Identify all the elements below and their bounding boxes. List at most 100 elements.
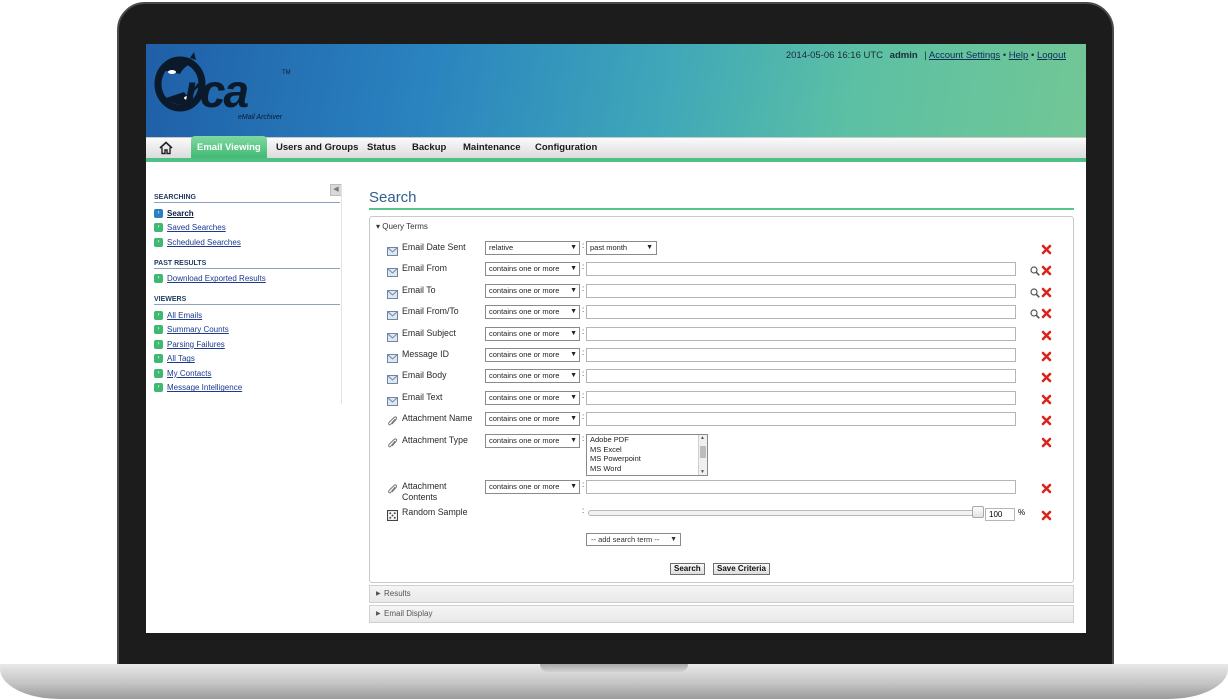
home-icon[interactable]	[159, 141, 173, 155]
colon-separator: :	[582, 348, 585, 357]
random-sample-percent-input[interactable]	[985, 508, 1015, 521]
query-term-input[interactable]	[586, 369, 1016, 383]
sidebar-item-label[interactable]: Scheduled Searches	[167, 238, 241, 247]
query-terms-toggle[interactable]: ▾ Query Terms	[376, 222, 428, 231]
listbox-option[interactable]: Adobe PDF	[587, 435, 707, 445]
sidebar-item-all-emails[interactable]: › All Emails	[154, 308, 342, 323]
operator-select[interactable]: contains one or more ▼	[485, 391, 580, 405]
delete-term-icon[interactable]	[1041, 508, 1052, 521]
delete-term-icon[interactable]	[1041, 328, 1052, 341]
sidebar-item-label[interactable]: My Contacts	[167, 369, 211, 378]
slider-handle[interactable]	[972, 506, 984, 518]
search-icon[interactable]	[1030, 263, 1040, 276]
sidebar-item-search[interactable]: › Search	[154, 206, 342, 221]
scroll-thumb[interactable]	[700, 446, 706, 458]
operator-select[interactable]: contains one or more ▼	[485, 348, 580, 362]
delete-term-icon[interactable]	[1041, 242, 1052, 255]
delete-term-icon[interactable]	[1041, 306, 1052, 319]
sidebar-item-label[interactable]: Saved Searches	[167, 223, 226, 232]
sidebar-item-label[interactable]: Summary Counts	[167, 325, 229, 334]
topbar: 2014-05-06 16:16 UTC admin | Account Set…	[786, 50, 1066, 61]
query-term-input[interactable]	[586, 284, 1016, 298]
delete-term-icon[interactable]	[1041, 481, 1052, 494]
listbox-option[interactable]: MS Powerpoint	[587, 454, 707, 464]
sidebar-item-parsing-failures[interactable]: › Parsing Failures	[154, 337, 342, 352]
tab-configuration[interactable]: Configuration	[535, 138, 597, 159]
topbar-bullet: •	[1030, 50, 1035, 61]
sidebar-item-download-exported-results[interactable]: › Download Exported Results	[154, 272, 342, 287]
sidebar-item-saved-searches[interactable]: › Saved Searches	[154, 221, 342, 236]
random-sample-slider[interactable]	[588, 510, 982, 516]
sidebar-item-label[interactable]: Message Intelligence	[167, 383, 242, 392]
sidebar-item-label[interactable]: All Emails	[167, 311, 202, 320]
query-term-input[interactable]	[586, 327, 1016, 341]
arrow-bullet-icon: ›	[154, 325, 163, 335]
sidebar-item-label[interactable]: Search	[167, 209, 194, 218]
envelope-icon	[387, 371, 398, 384]
sidebar-item-label[interactable]: All Tags	[167, 354, 195, 363]
sidebar-item-summary-counts[interactable]: › Summary Counts	[154, 323, 342, 338]
tab-maintenance[interactable]: Maintenance	[463, 138, 521, 159]
tab-users-and-groups[interactable]: Users and Groups	[276, 138, 358, 159]
logout-link[interactable]: Logout	[1037, 50, 1066, 61]
delete-term-icon[interactable]	[1041, 413, 1052, 426]
sidebar-item-my-contacts[interactable]: › My Contacts	[154, 366, 342, 381]
operator-select[interactable]: contains one or more ▼	[485, 434, 580, 448]
envelope-icon	[387, 393, 398, 406]
tab-email-viewing[interactable]: Email Viewing	[191, 136, 267, 159]
sidebar-item-scheduled-searches[interactable]: › Scheduled Searches	[154, 235, 342, 250]
query-row: Message ID contains one or more ▼:	[370, 348, 1073, 365]
operator-select[interactable]: contains one or more ▼	[485, 369, 580, 383]
tab-status[interactable]: Status	[367, 138, 396, 159]
operator-select[interactable]: contains one or more ▼	[485, 305, 580, 319]
attachment-type-listbox[interactable]: Adobe PDF MS Excel MS Powerpoint MS Word ▲ ▼	[586, 434, 708, 476]
search-button[interactable]: Search	[670, 563, 705, 575]
listbox-scrollbar[interactable]: ▲ ▼	[698, 435, 707, 475]
tab-backup[interactable]: Backup	[412, 138, 446, 159]
sidebar-section-searching: SEARCHING › Search › Saved Searches › Sc…	[154, 194, 342, 250]
listbox-option[interactable]: MS Excel	[587, 445, 707, 455]
query-term-input[interactable]	[586, 412, 1016, 426]
operator-select[interactable]: contains one or more ▼	[485, 412, 580, 426]
delete-term-icon[interactable]	[1041, 285, 1052, 298]
query-row: Email Text contains one or more ▼:	[370, 391, 1073, 408]
query-term-label: Email Text	[402, 392, 443, 402]
scroll-up-icon[interactable]: ▲	[700, 435, 705, 441]
search-icon[interactable]	[1030, 285, 1040, 298]
query-term-input[interactable]	[586, 262, 1016, 276]
query-term-input[interactable]	[586, 305, 1016, 319]
operator-select[interactable]: relative ▼	[485, 241, 580, 255]
add-search-term-select[interactable]: -- add search term -- ▼	[586, 533, 681, 546]
arrow-bullet-icon: ›	[154, 237, 163, 247]
email-display-section-toggle[interactable]: ▶ Email Display	[369, 605, 1074, 623]
results-section-toggle[interactable]: ▶ Results	[369, 585, 1074, 603]
delete-term-icon[interactable]	[1041, 392, 1052, 405]
listbox-option[interactable]: MS Word	[587, 464, 707, 474]
sidebar-item-label[interactable]: Parsing Failures	[167, 340, 225, 349]
delete-term-icon[interactable]	[1041, 263, 1052, 276]
query-term-input[interactable]	[586, 391, 1016, 405]
operator-select[interactable]: contains one or more ▼	[485, 262, 580, 276]
query-row: Attachment Contents contains one or more ▼…	[370, 480, 1073, 502]
query-row: Email Subject contains one or more ▼:	[370, 327, 1073, 344]
search-icon[interactable]	[1030, 306, 1040, 319]
save-criteria-button[interactable]: Save Criteria	[713, 563, 770, 575]
query-term-input[interactable]	[586, 480, 1016, 494]
delete-term-icon[interactable]	[1041, 370, 1052, 383]
help-link[interactable]: Help	[1009, 50, 1029, 61]
scroll-down-icon[interactable]: ▼	[700, 469, 705, 475]
sidebar-item-label[interactable]: Download Exported Results	[167, 274, 266, 283]
operator-select[interactable]: contains one or more ▼	[485, 480, 580, 494]
operator-select[interactable]: contains one or more ▼	[485, 327, 580, 341]
query-term-label: Attachment Type	[402, 435, 468, 445]
delete-term-icon[interactable]	[1041, 349, 1052, 362]
query-term-label: Attachment Contents	[402, 481, 447, 502]
operator-select[interactable]: contains one or more ▼	[485, 284, 580, 298]
colon-separator: :	[582, 241, 585, 250]
date-range-select[interactable]: past month ▼	[586, 241, 657, 255]
account-settings-link[interactable]: Account Settings	[929, 50, 1000, 61]
sidebar-item-all-tags[interactable]: › All Tags	[154, 352, 342, 367]
delete-term-icon[interactable]	[1041, 435, 1052, 448]
sidebar-item-message-intelligence[interactable]: › Message Intelligence	[154, 381, 342, 396]
query-term-input[interactable]	[586, 348, 1016, 362]
